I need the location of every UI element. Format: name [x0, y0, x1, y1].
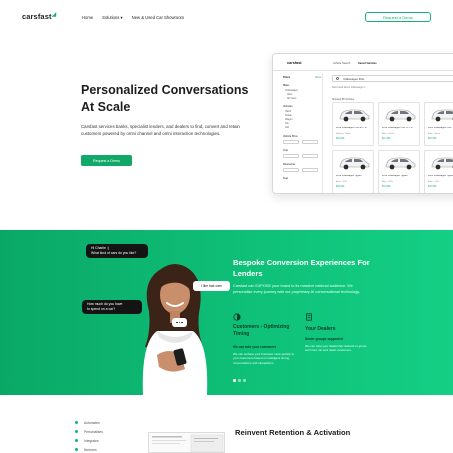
document-preview-image: [148, 432, 225, 453]
mockup-body-option: Hatch: [285, 110, 292, 113]
carousel-dot[interactable]: [237, 379, 241, 382]
mockup-filter-sidebar: Filters Reset Make Volkswagen Vans All Y…: [281, 74, 323, 193]
car-image: [431, 109, 453, 122]
hero-title: Personalized Conversations At Scale: [81, 83, 249, 114]
dealer-icon: [306, 313, 312, 321]
mockup-fuel-label: Fuel: [283, 177, 288, 180]
car-listing-card[interactable]: 2020 Volkswagen Polo Auto · Hatch $22,990: [424, 102, 453, 146]
mockup-body-option: Sedan: [285, 114, 292, 117]
chat-bubble-reply: I like fast cars: [193, 281, 230, 291]
nav-link-home[interactable]: Home: [82, 15, 93, 20]
car-details: Auto · SUV: [336, 181, 347, 183]
mockup-km-label: Kilometres: [283, 163, 296, 166]
mockup-filter-chips: New Used Demo Volkswagen ×: [332, 86, 366, 89]
mockup-make-option: Volkswagen: [285, 89, 298, 92]
mockup-tab-saved: Saved Vehicles: [358, 62, 377, 65]
mockup-make-label: Make: [283, 84, 289, 87]
lenders-section-title: Bespoke Conversion Experiences For Lende…: [233, 258, 370, 278]
nav-link-solutions[interactable]: Solutions ▾: [102, 15, 123, 20]
car-price: $19,990: [336, 138, 345, 140]
mockup-body-label: Vehicles: [283, 105, 293, 108]
mockup-price-min-box: [283, 140, 299, 144]
bullet-icon: [75, 439, 78, 443]
half-circle-icon: [233, 313, 241, 321]
feature-title-dealers: Your Dealers: [305, 326, 336, 332]
carousel-dot[interactable]: [233, 379, 236, 382]
request-demo-nav-button[interactable]: Request a Demo: [365, 12, 431, 22]
car-details: Auto · Hatch: [428, 133, 441, 135]
mockup-price-label: Vehicle Price: [283, 135, 298, 138]
nav-link-showroom[interactable]: New & Used Car Showroom: [132, 15, 184, 20]
car-details: Auto · Hatch: [382, 133, 395, 135]
request-demo-hero-button[interactable]: Request a Demo: [81, 155, 132, 166]
car-price: $31,990: [382, 186, 391, 188]
mockup-price-max-box: [302, 140, 318, 144]
mockup-make-option: Vans: [287, 93, 293, 96]
car-image: [339, 109, 370, 122]
retention-section-title: Reinvent Retention & Activation: [235, 428, 351, 437]
mockup-filters-label: Filters: [283, 76, 291, 79]
mockup-reset-label: Reset: [315, 76, 322, 79]
mockup-year-label: Year: [283, 149, 289, 152]
lenders-section: [0, 230, 453, 395]
mockup-make-option: All Years: [287, 97, 297, 100]
mockup-logo: carsfast: [287, 61, 302, 65]
car-price: $21,490: [382, 138, 391, 140]
bullet-icon: [75, 430, 78, 434]
car-name: 2020 Volkswagen Tiguan: [428, 175, 453, 177]
mockup-year-min-box: [283, 154, 299, 158]
car-details: Auto · SUV: [428, 181, 439, 183]
car-price: $29,990: [336, 186, 345, 188]
mockup-header: carsfast Vehicle Search Saved Vehicles: [273, 54, 453, 71]
mockup-body-option: Ute: [285, 122, 289, 125]
search-icon: [336, 77, 340, 81]
mockup-search-input: Volkswagen Polo: [332, 75, 453, 82]
feature-description-dealers: We can help your dealership network or g…: [305, 344, 367, 353]
chat-bubble-greeting: Hi Charlie :) What kind of cars do you l…: [86, 244, 148, 258]
car-price: $34,990: [428, 186, 437, 188]
feature-subtitle-customers: We can take your customers: [233, 345, 277, 349]
feature-description-customers: We can surface your business more quickl…: [233, 352, 295, 365]
car-name: 2020 Volkswagen Polo: [428, 127, 452, 129]
mockup-tab-search: Vehicle Search: [333, 62, 351, 65]
mockup-result-count: Showing 89 Vehicles: [332, 98, 355, 101]
carsfast-logo[interactable]: carsfast◢: [22, 12, 56, 21]
nav-links: Home Solutions ▾ New & Used Car Showroom: [82, 15, 184, 20]
car-listing-card[interactable]: 2018 Volkswagen Polo 85 TSI Manual · Hatc…: [332, 102, 374, 146]
car-image: [385, 157, 416, 170]
car-name: 2018 Volkswagen Tiguan: [336, 175, 362, 177]
app-screenshot-mockup: carsfast Vehicle Search Saved Vehicles F…: [272, 53, 453, 194]
car-price: $22,990: [428, 138, 437, 140]
car-listing-card[interactable]: 2019 Volkswagen Tiguan Auto · SUV $31,990: [378, 150, 420, 193]
car-details: Manual · Hatch: [336, 133, 351, 135]
bullet-icon: [75, 448, 78, 452]
car-image: [339, 157, 370, 170]
mockup-km-min-box: [283, 168, 299, 172]
bullet-icon: [75, 421, 78, 425]
top-nav: carsfast◢ Home Solutions ▾ New & Used Ca…: [0, 0, 453, 36]
hero-description: Carsfast services banks, specialist lend…: [81, 124, 240, 136]
mockup-body-option: Van: [285, 126, 290, 129]
mockup-km-max-box: [302, 168, 318, 172]
car-listing-card[interactable]: 2018 Volkswagen Tiguan Auto · SUV $29,990: [332, 150, 374, 193]
car-details: Auto · SUV: [382, 181, 393, 183]
carousel-dot[interactable]: [242, 379, 246, 382]
carousel-dots: [233, 379, 246, 382]
lenders-section-description: Carsfast can EXPOSE your brand to its ma…: [233, 284, 360, 294]
car-image: [431, 157, 453, 170]
car-name: 2019 Volkswagen Polo 70 TSI: [382, 127, 413, 129]
feature-title-customers: Customers - Optimizing Timing: [233, 324, 290, 337]
mockup-year-max-box: [302, 154, 318, 158]
mockup-body-option: Wagon: [285, 118, 293, 121]
car-listing-card[interactable]: 2020 Volkswagen Tiguan Auto · SUV $34,990: [424, 150, 453, 193]
car-name: 2018 Volkswagen Polo 85 TSI: [336, 127, 367, 129]
car-name: 2019 Volkswagen Tiguan: [382, 175, 408, 177]
chat-bubble-budget-question: How much do you have to spend on a car?: [82, 300, 142, 314]
typing-indicator: [172, 318, 187, 327]
car-image: [385, 109, 416, 122]
feature-subtitle-dealers: Dealer groups supported: [305, 337, 343, 341]
car-listing-card[interactable]: 2019 Volkswagen Polo 70 TSI Auto · Hatch $…: [378, 102, 420, 146]
